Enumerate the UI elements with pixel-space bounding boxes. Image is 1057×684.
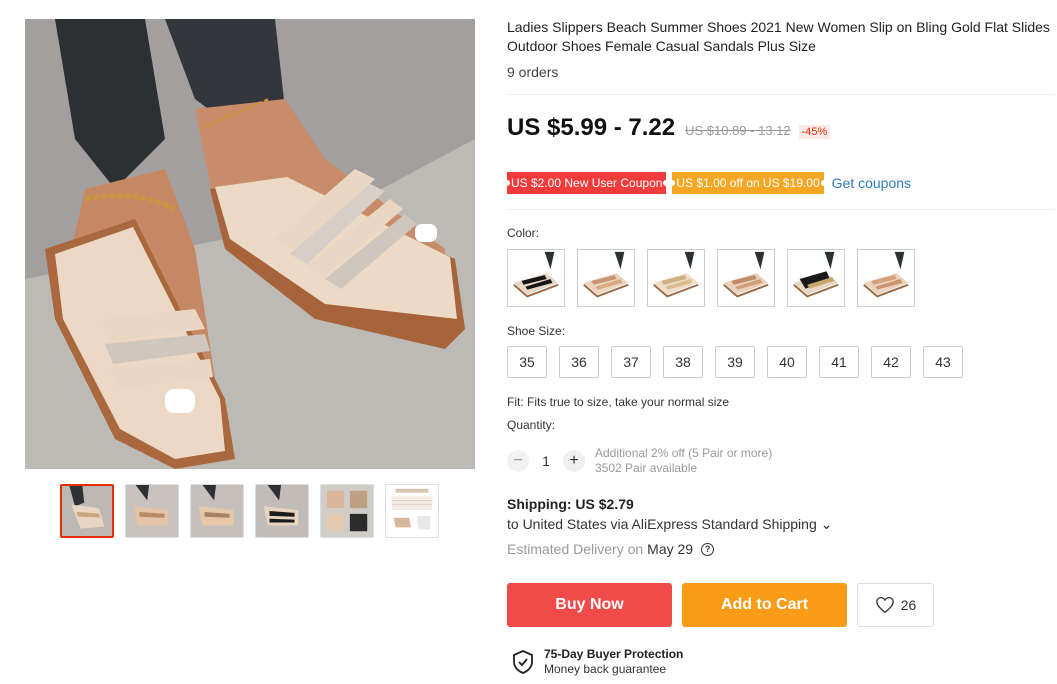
coupon-row: US $2.00 New User Coupon US $1.00 off on… — [503, 172, 911, 194]
help-icon[interactable]: ? — [701, 542, 715, 556]
size-option-37[interactable]: 37 — [611, 346, 651, 378]
wishlist-button[interactable]: 26 — [857, 583, 934, 627]
size-option-35[interactable]: 35 — [507, 346, 547, 378]
color-option-black-gold[interactable] — [787, 249, 845, 307]
shipping-method-selector[interactable]: to United States via AliExpress Standard… — [507, 516, 832, 533]
fit-note: Fit: Fits true to size, take your normal… — [507, 395, 730, 409]
size-label: Shoe Size: — [507, 324, 566, 338]
size-option-40[interactable]: 40 — [767, 346, 807, 378]
thumbnail-1[interactable] — [60, 484, 114, 538]
current-price: US $5.99 - 7.22 — [507, 114, 676, 141]
main-product-image[interactable] — [25, 19, 475, 469]
quantity-plus-button[interactable]: + — [563, 450, 585, 472]
thumbnail-3[interactable] — [190, 484, 244, 538]
buy-now-button[interactable]: Buy Now — [507, 583, 672, 627]
quantity-minus-button[interactable]: − — [507, 450, 529, 472]
color-options — [507, 249, 915, 307]
size-option-42[interactable]: 42 — [871, 346, 911, 378]
original-price: US $10.89 - 13.12 — [685, 123, 791, 138]
size-options: 35 36 37 38 39 40 41 42 43 — [507, 346, 963, 378]
add-to-cart-button[interactable]: Add to Cart — [682, 583, 847, 627]
stock-available: 3502 Pair available — [595, 461, 698, 475]
color-label: Color: — [507, 226, 540, 240]
action-buttons: Buy Now Add to Cart 26 — [507, 583, 934, 627]
new-user-coupon[interactable]: US $2.00 New User Coupon — [503, 172, 670, 194]
divider — [507, 94, 1055, 95]
quantity-label: Quantity: — [507, 418, 556, 432]
get-coupons-link[interactable]: Get coupons — [832, 175, 911, 191]
color-option-rose-gold-1[interactable] — [577, 249, 635, 307]
size-option-38[interactable]: 38 — [663, 346, 703, 378]
size-option-43[interactable]: 43 — [923, 346, 963, 378]
wishlist-count: 26 — [900, 597, 917, 613]
shield-check-icon — [513, 649, 533, 674]
thumbnail-strip — [60, 484, 439, 538]
color-option-rose-gold-3[interactable] — [857, 249, 915, 307]
size-option-36[interactable]: 36 — [559, 346, 599, 378]
color-option-black-stripe[interactable] — [507, 249, 565, 307]
price-row: US $5.99 - 7.22 US $10.89 - 13.12 -45% — [507, 114, 831, 142]
protection-title: 75-Day Buyer Protection — [544, 647, 684, 661]
store-coupon[interactable]: US $1.00 off on US $19.00 — [669, 172, 827, 194]
buyer-protection: 75-Day Buyer Protection Money back guara… — [512, 647, 683, 676]
estimated-delivery: Estimated Delivery on May 29 ? — [507, 541, 715, 557]
color-option-rose-gold-2[interactable] — [717, 249, 775, 307]
shipping-cost: Shipping: US $2.79 — [507, 496, 634, 512]
product-title: Ladies Slippers Beach Summer Shoes 2021 … — [507, 19, 1050, 54]
order-count: 9 orders — [507, 64, 559, 80]
bulk-discount-note: Additional 2% off (5 Pair or more) — [595, 446, 773, 460]
divider — [507, 209, 1055, 210]
thumbnail-size-chart[interactable] — [385, 484, 439, 538]
product-info: Ladies Slippers Beach Summer Shoes 2021 … — [503, 18, 1057, 676]
size-option-41[interactable]: 41 — [819, 346, 859, 378]
quantity-note: Additional 2% off (5 Pair or more) 3502 … — [595, 446, 772, 476]
heart-icon — [875, 596, 894, 614]
protection-subtitle: Money back guarantee — [544, 662, 667, 676]
quantity-value[interactable]: 1 — [529, 453, 563, 469]
discount-badge: -45% — [798, 125, 831, 139]
delivery-date: May 29 — [647, 541, 694, 557]
quantity-stepper: − 1 + Additional 2% off (5 Pair or more)… — [507, 446, 772, 476]
delivery-label: Estimated Delivery on — [507, 541, 644, 557]
thumbnail-2[interactable] — [125, 484, 179, 538]
product-photo — [25, 19, 475, 469]
thumbnail-5[interactable] — [320, 484, 374, 538]
color-option-gold-1[interactable] — [647, 249, 705, 307]
size-option-39[interactable]: 39 — [715, 346, 755, 378]
thumbnail-4[interactable] — [255, 484, 309, 538]
